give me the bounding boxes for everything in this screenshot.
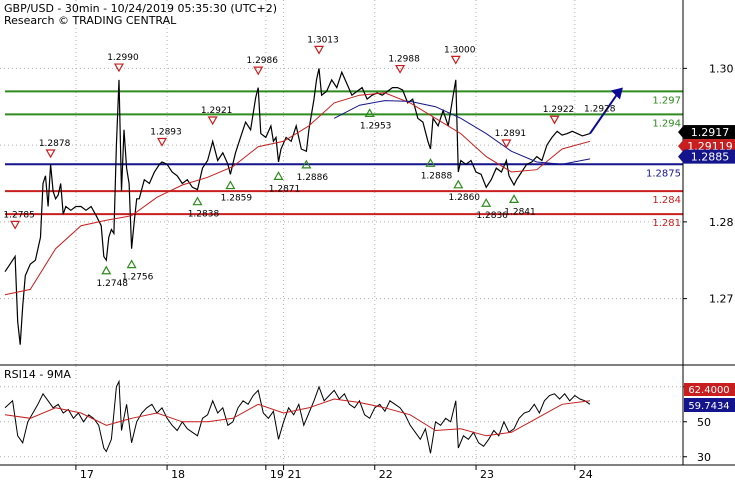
price-tag-label: 1.2885 xyxy=(691,151,730,164)
time-tick-label: 18 xyxy=(171,468,185,480)
level-label: 1.281 xyxy=(652,218,681,229)
time-tick-label: 21 xyxy=(288,468,302,480)
high-label: 1.2988 xyxy=(388,55,420,65)
low-label: 1.2860 xyxy=(449,193,481,203)
high-label: 1.3013 xyxy=(307,35,339,45)
rsi-ma-tag: 59.7434 xyxy=(688,401,729,412)
rsi-value-tag: 62.4000 xyxy=(688,385,729,396)
high-label: 1.2891 xyxy=(495,129,527,139)
high-label: 1.3000 xyxy=(444,45,476,55)
high-label: 1.2921 xyxy=(201,106,233,116)
series-rsi xyxy=(4,379,591,454)
rsi-lines xyxy=(4,379,591,454)
level-label: 1.297 xyxy=(652,95,681,106)
rsi-title: RSI14 - 9MA xyxy=(4,368,71,381)
price-tags: 1.29171.291191.2885 xyxy=(678,125,735,164)
low-label: 1.2871 xyxy=(269,184,301,194)
high-label: 1.2986 xyxy=(246,56,278,66)
high-label: 1.2785 xyxy=(3,210,35,220)
research-credit: Research © TRADING CENTRAL xyxy=(4,14,177,27)
high-label: 1.2990 xyxy=(107,53,139,63)
price-tick-label: 1.28 xyxy=(709,216,734,229)
level-label: 1.294 xyxy=(652,118,681,129)
price-tick-label: 1.30 xyxy=(709,62,734,75)
low-label: 1.2838 xyxy=(188,210,220,220)
low-label: 1.2886 xyxy=(297,173,329,183)
rsi-tick-label: 50 xyxy=(697,416,711,429)
time-axis: 17 18 19 21 22 23 24 xyxy=(75,465,593,480)
price-tag-label: 1.2917 xyxy=(691,126,730,139)
high-label: 1.2878 xyxy=(39,139,71,149)
level-label: 1.284 xyxy=(652,195,681,206)
low-label: 1.2888 xyxy=(421,171,453,181)
time-tick-label: 17 xyxy=(80,468,94,480)
price-tick-label: 1.27 xyxy=(709,293,734,306)
low-label: 1.2859 xyxy=(221,194,253,204)
level-label: 1.2875 xyxy=(646,168,681,179)
forecast-label: 1.2928 xyxy=(584,105,616,115)
gbpusd-chart: 1.297 1.294 1.2875 1.284 1.281 1.2785 1.2878 1… xyxy=(0,0,735,480)
rsi-tick-label: 30 xyxy=(697,451,711,464)
high-label: 1.2893 xyxy=(150,127,182,137)
rsi-grid xyxy=(0,366,683,465)
low-label: 1.2953 xyxy=(360,121,392,131)
low-label: 1.2841 xyxy=(504,207,536,217)
high-label: 1.2922 xyxy=(543,105,575,115)
time-tick-label: 24 xyxy=(579,468,593,480)
low-label: 1.2756 xyxy=(122,273,154,283)
time-tick-label: 19 xyxy=(270,468,284,480)
time-tick-label: 22 xyxy=(379,468,393,480)
time-tick-label: 23 xyxy=(480,468,494,480)
